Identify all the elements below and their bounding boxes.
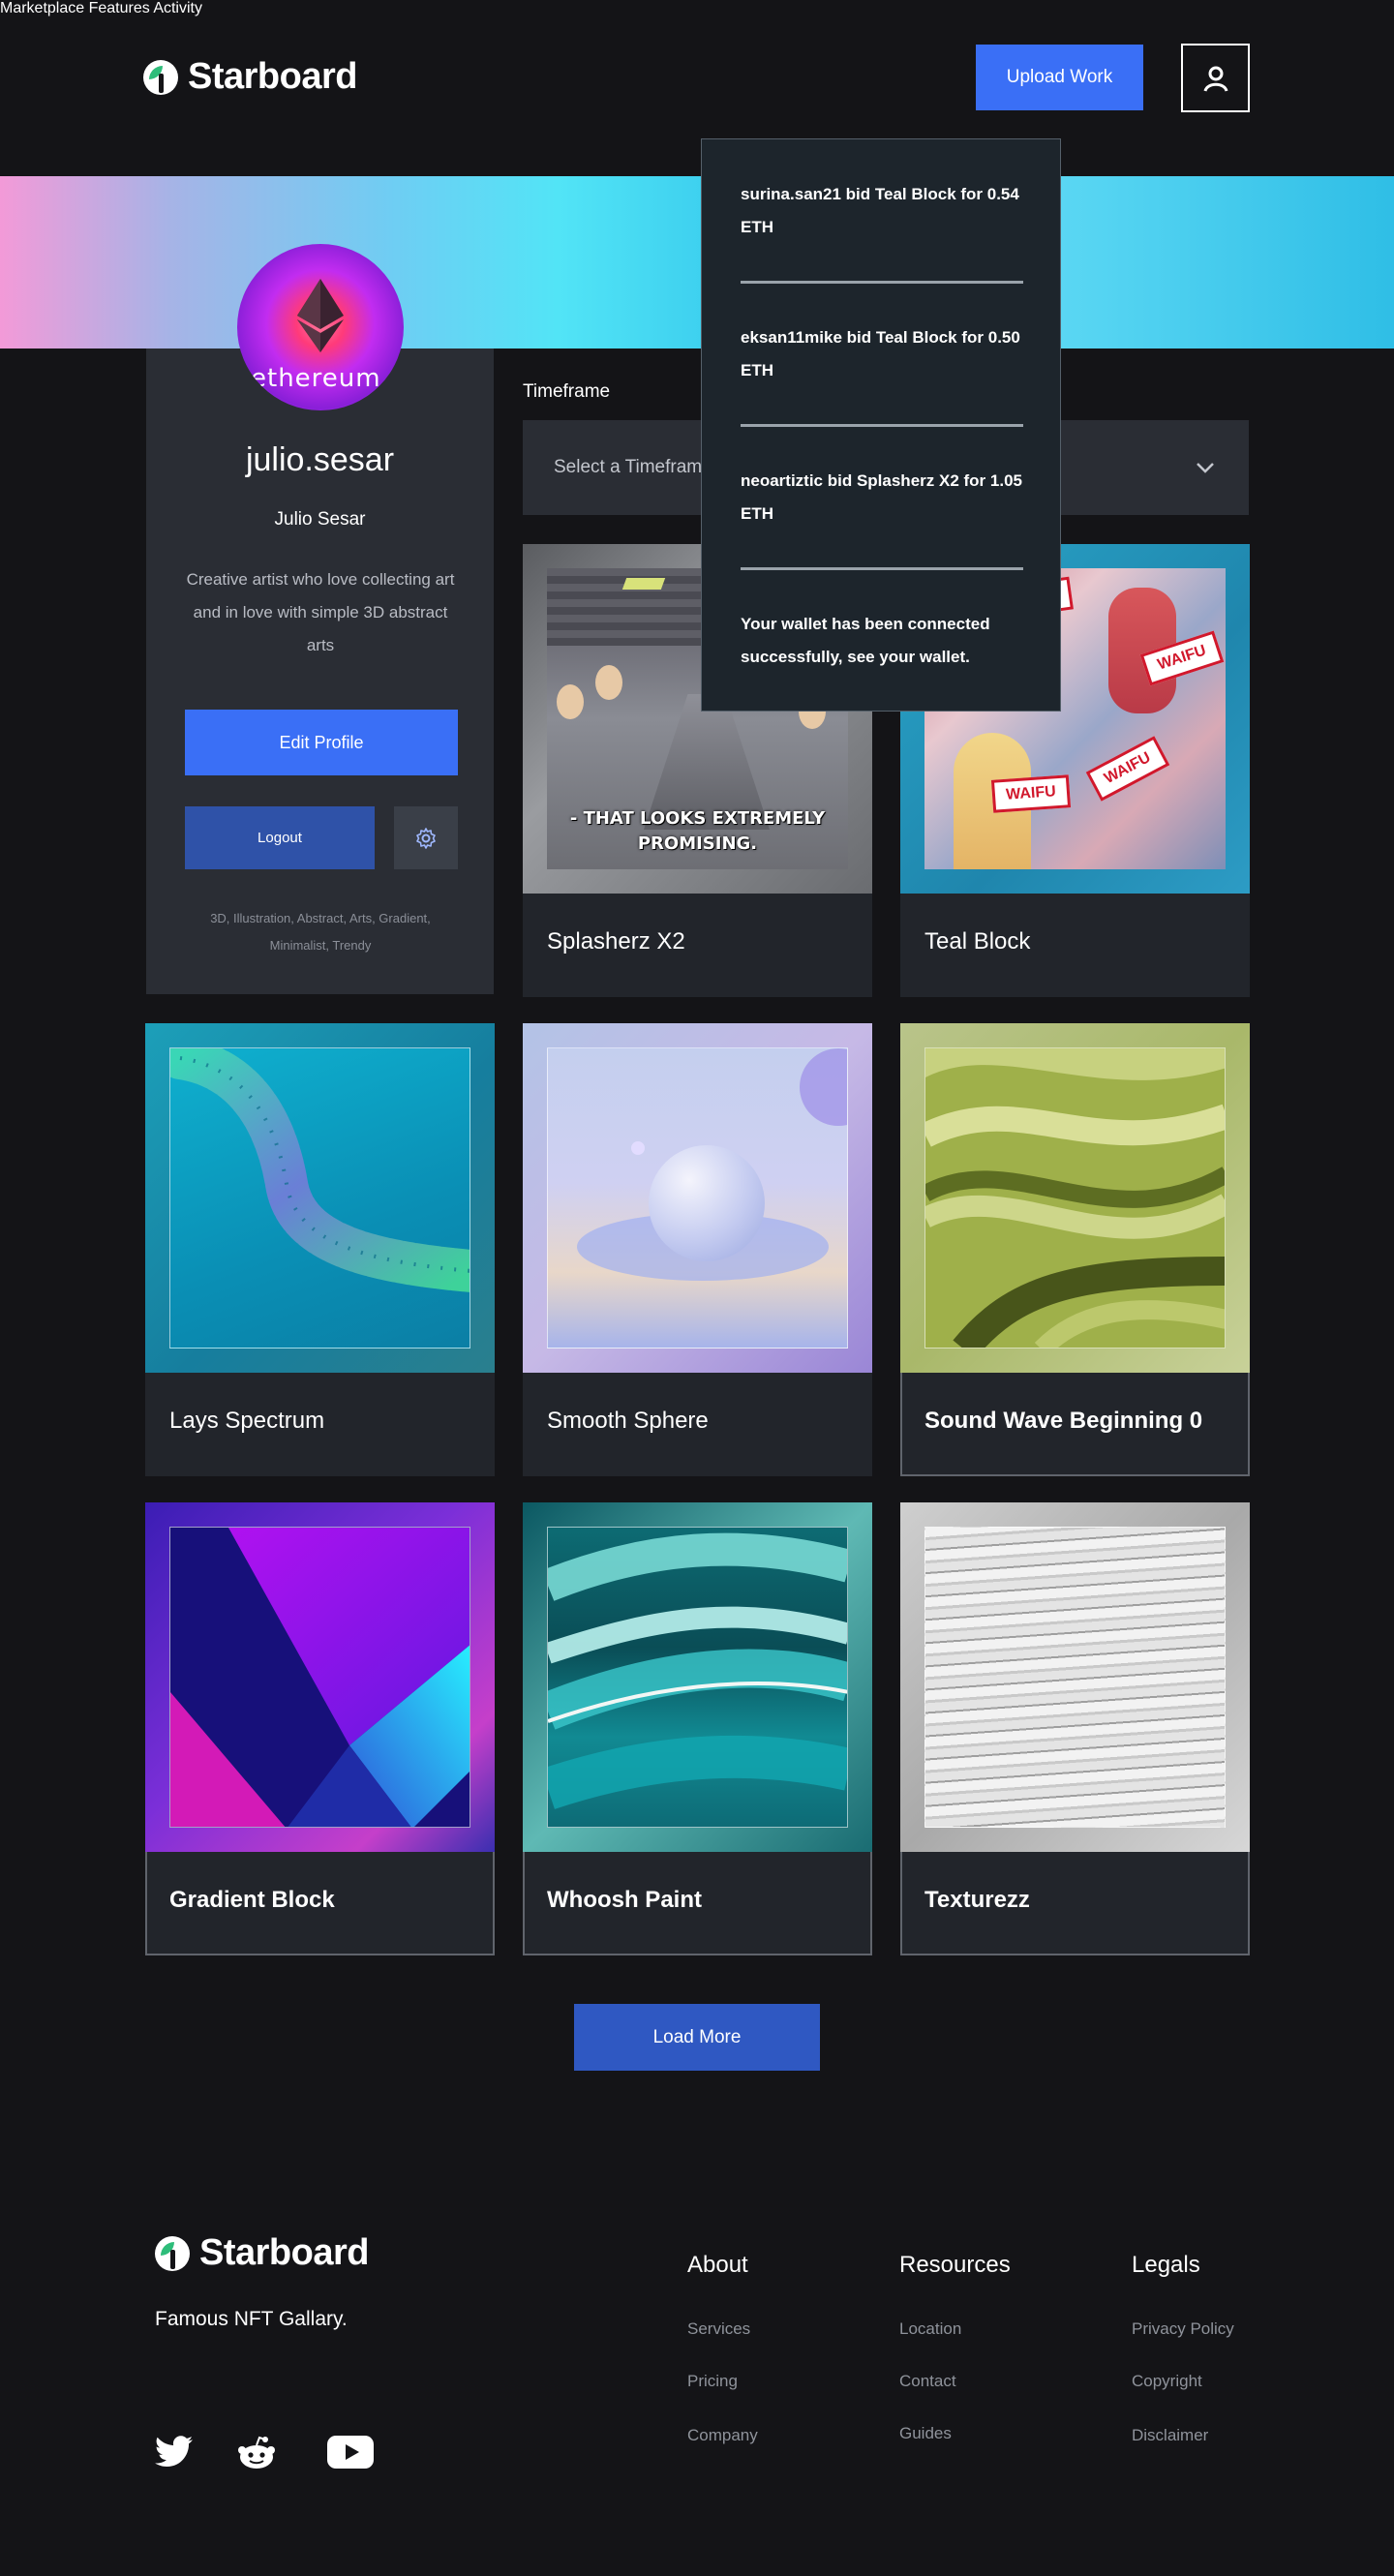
nav-activity[interactable]: Activity xyxy=(153,0,202,16)
logo-icon xyxy=(143,59,178,95)
nft-image xyxy=(523,1502,872,1852)
profile-avatar: ethereum xyxy=(237,244,404,410)
footer-link-disclaimer[interactable]: Disclaimer xyxy=(1132,2426,1208,2445)
logo-icon xyxy=(155,2235,190,2271)
user-account-button[interactable] xyxy=(1181,44,1250,112)
upload-work-button[interactable]: Upload Work xyxy=(976,45,1143,110)
footer-heading: About xyxy=(687,2252,748,2278)
footer-link-privacy-policy[interactable]: Privacy Policy xyxy=(1132,2319,1234,2339)
edit-profile-button[interactable]: Edit Profile xyxy=(185,710,458,775)
ethereum-icon xyxy=(297,279,344,352)
nft-image xyxy=(145,1023,495,1373)
wallet-notification[interactable]: Your wallet has been connected successfu… xyxy=(741,608,1023,674)
avatar-text: ethereum xyxy=(251,364,381,393)
profile-name: Julio Sesar xyxy=(274,509,366,530)
nft-title: Sound Wave Beginning 0 xyxy=(924,1408,1203,1434)
profile-banner xyxy=(0,176,1394,349)
footer-link-copyright[interactable]: Copyright xyxy=(1132,2372,1202,2391)
footer-link-location[interactable]: Location xyxy=(899,2319,961,2339)
nft-card[interactable]: Whoosh Paint xyxy=(523,1502,872,1955)
activity-dropdown: surina.san21 bid Teal Block for 0.54 ETH… xyxy=(701,138,1061,712)
divider xyxy=(741,424,1023,427)
footer-heading: Resources xyxy=(899,2252,1011,2278)
nft-title: Lays Spectrum xyxy=(169,1408,325,1434)
nft-card[interactable]: Sound Wave Beginning 0 xyxy=(900,1023,1250,1476)
nft-card[interactable]: Texturezz xyxy=(900,1502,1250,1955)
footer-logo[interactable]: Starboard xyxy=(155,2232,369,2274)
timeframe-placeholder: Select a Timeframe xyxy=(554,457,712,477)
logout-button[interactable]: Logout xyxy=(185,806,375,869)
nft-title: Splasherz X2 xyxy=(547,928,685,955)
nft-title: Teal Block xyxy=(924,928,1031,955)
divider xyxy=(741,567,1023,570)
site-header: Starboard Marketplace Features Activity … xyxy=(0,0,1394,155)
activity-item[interactable]: eksan11mike bid Teal Block for 0.50 ETH xyxy=(741,321,1023,387)
brand-logo[interactable]: Starboard xyxy=(143,56,357,98)
footer-link-guides[interactable]: Guides xyxy=(899,2424,952,2443)
twitter-icon[interactable] xyxy=(155,2436,194,2469)
nft-image xyxy=(145,1502,495,1852)
meme-sign: WAIFU xyxy=(990,774,1072,813)
footer-heading: Legals xyxy=(1132,2252,1200,2278)
activity-item[interactable]: surina.san21 bid Teal Block for 0.54 ETH xyxy=(741,178,1023,244)
nft-title: Gradient Block xyxy=(169,1887,335,1913)
profile-tags: 3D, Illustration, Abstract, Arts, Gradie… xyxy=(210,911,431,953)
nav-marketplace[interactable]: Marketplace xyxy=(0,0,84,16)
footer-link-services[interactable]: Services xyxy=(687,2319,750,2339)
user-icon xyxy=(1203,66,1227,92)
meme-sign: WAIFU xyxy=(1085,736,1170,802)
footer-link-contact[interactable]: Contact xyxy=(899,2372,956,2391)
footer-brand-name: Starboard xyxy=(199,2232,369,2273)
profile-bio: Creative artist who love collecting art … xyxy=(186,570,455,654)
footer-link-pricing[interactable]: Pricing xyxy=(687,2372,738,2391)
footer-tagline: Famous NFT Gallary. xyxy=(155,2308,348,2330)
meme-caption: - THAT LOOKS EXTREMELY PROMISING. xyxy=(569,808,826,854)
timeframe-label: Timeframe xyxy=(523,381,611,402)
nft-card[interactable]: Gradient Block xyxy=(145,1502,495,1955)
gradient-block-artwork xyxy=(170,1528,470,1827)
profile-card: julio.sesar Julio Sesar Creative artist … xyxy=(146,349,494,994)
profile-handle: julio.sesar xyxy=(245,441,395,478)
activity-item[interactable]: neoartiztic bid Splasherz X2 for 1.05 ET… xyxy=(741,465,1023,530)
spiral-artwork xyxy=(170,1048,470,1292)
chevron-down-icon xyxy=(1197,463,1214,473)
gear-icon xyxy=(416,827,436,849)
nft-card[interactable]: Smooth Sphere xyxy=(523,1023,872,1476)
reddit-icon[interactable] xyxy=(237,2436,276,2470)
youtube-icon[interactable] xyxy=(327,2436,374,2469)
footer-link-company[interactable]: Company xyxy=(687,2426,758,2445)
paint-artwork xyxy=(548,1532,847,1809)
divider xyxy=(741,281,1023,284)
nft-title: Texturezz xyxy=(924,1887,1030,1913)
nft-title: Smooth Sphere xyxy=(547,1408,709,1434)
nft-title: Whoosh Paint xyxy=(547,1887,702,1913)
load-more-button[interactable]: Load More xyxy=(574,2004,820,2071)
settings-button[interactable] xyxy=(394,806,458,869)
wave-artwork xyxy=(925,1048,1225,1348)
nft-card[interactable]: Lays Spectrum xyxy=(145,1023,495,1476)
nft-image xyxy=(900,1502,1250,1852)
nft-image xyxy=(900,1023,1250,1373)
nft-image xyxy=(523,1023,872,1373)
nav-features[interactable]: Features xyxy=(89,0,150,16)
brand-name: Starboard xyxy=(188,56,357,97)
